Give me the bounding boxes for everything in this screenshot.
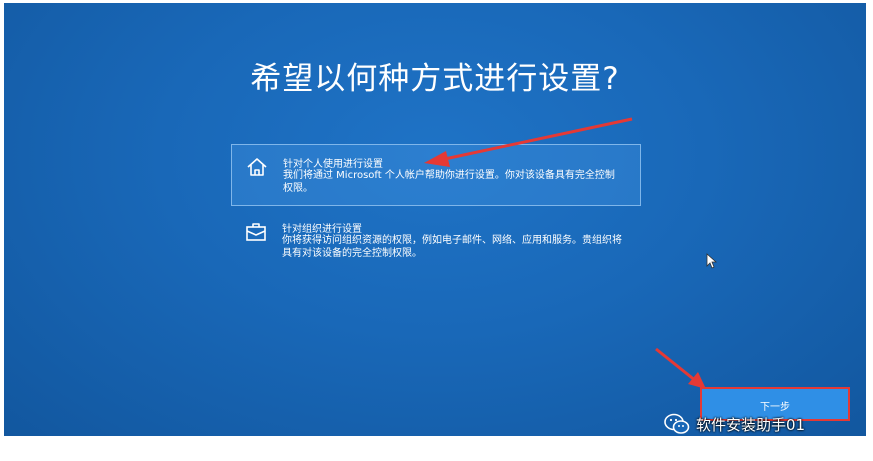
annotation-arrow-next <box>655 347 706 389</box>
option-organization[interactable]: 针对组织进行设置 你将获得访问组织资源的权限，例如电子邮件、网络、应用和服务。贵… <box>231 210 639 266</box>
home-icon <box>247 158 267 176</box>
option-personal-use[interactable]: 针对个人使用进行设置 我们将通过 Microsoft 个人帐户帮助你进行设置。你… <box>231 144 641 206</box>
setup-screen: 希望以何种方式进行设置? 针对个人使用进行设置 我们将通过 Microsoft … <box>4 3 866 436</box>
option-personal-description: 我们将通过 Microsoft 个人帐户帮助你进行设置。你对该设备具有完全控制权… <box>283 170 615 194</box>
page-title: 希望以何种方式进行设置? <box>250 61 620 97</box>
briefcase-icon <box>246 223 266 241</box>
option-organization-title: 针对组织进行设置 <box>282 224 362 235</box>
option-organization-description: 你将获得访问组织资源的权限，例如电子邮件、网络、应用和服务。贵组织将具有对该设备… <box>282 235 622 259</box>
wechat-icon <box>664 413 690 434</box>
watermark-text: 软件安装助手01 <box>696 415 806 434</box>
mouse-cursor-icon <box>706 253 718 269</box>
watermark: 软件安装助手01 <box>664 409 805 439</box>
option-personal-title: 针对个人使用进行设置 <box>283 159 383 170</box>
